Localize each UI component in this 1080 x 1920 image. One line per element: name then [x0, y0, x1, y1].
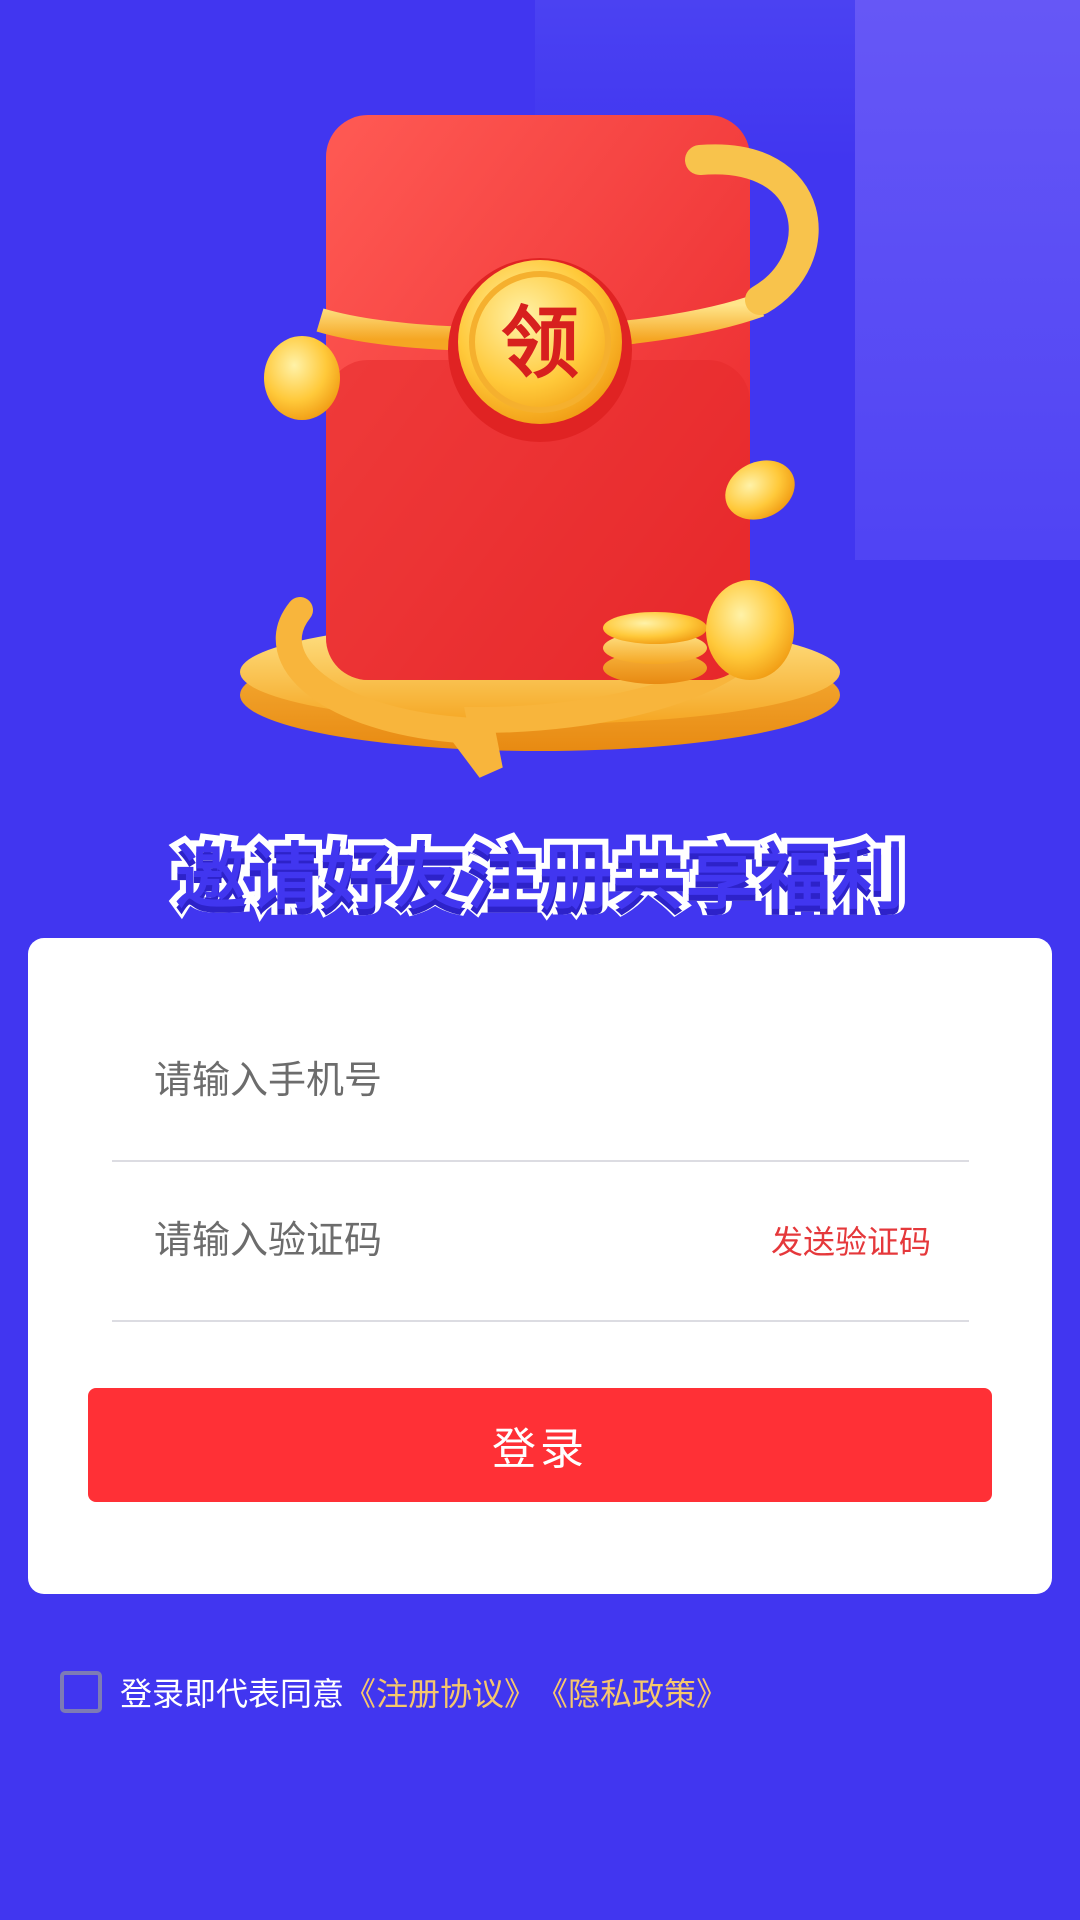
invite-slogan: 邀请好友注册共享福利 [169, 829, 910, 925]
coin-stack-3 [603, 612, 707, 644]
agreement-text: 登录即代表同意 [120, 1675, 345, 1713]
code-field: 发送验证码 [112, 1160, 969, 1322]
verification-code-input[interactable] [152, 1217, 716, 1263]
privacy-policy-link[interactable]: 《隐私政策》 [536, 1669, 728, 1715]
agreement-row: 登录即代表同意 《注册协议》 《隐私政策》 [60, 1666, 728, 1718]
badge-char: 领 [501, 299, 579, 389]
red-envelope-illustration: 领 [0, 0, 1080, 800]
coin-left [264, 336, 340, 420]
coin-standing [706, 580, 794, 680]
agreement-checkbox[interactable] [60, 1671, 102, 1713]
register-agreement-link[interactable]: 《注册协议》 [344, 1669, 536, 1715]
phone-field [112, 1000, 969, 1162]
phone-input[interactable] [152, 1057, 716, 1103]
login-button[interactable]: 登录 [88, 1388, 992, 1502]
red-envelope-graphic: 领 [240, 115, 840, 778]
send-code-button[interactable]: 发送验证码 [771, 1217, 931, 1263]
